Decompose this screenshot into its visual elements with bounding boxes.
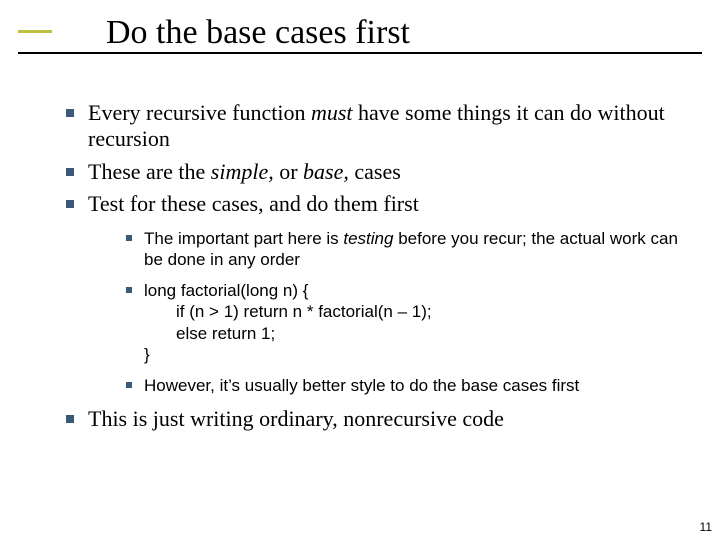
sub-bullet-item: The important part here is testing befor… [122,228,680,271]
text: The important part here is [144,229,343,248]
sub-bullet-item: However, it’s usually better style to do… [122,375,680,396]
text: This is just writing ordinary, nonrecurs… [88,406,504,431]
slide-title: Do the base cases first [106,8,720,52]
sub-bullet-list: The important part here is testing befor… [122,228,680,397]
emphasis: testing [343,229,393,248]
text: These are the [88,159,211,184]
text: or [274,159,303,184]
text: Test for these cases, and do them first [88,191,419,216]
bullet-item: Every recursive function must have some … [60,100,680,153]
bullet-list: Every recursive function must have some … [60,100,680,433]
bullet-item: These are the simple, or base, cases [60,159,680,185]
page-number: 11 [700,520,712,534]
code-line: long factorial(long n) { [144,281,308,300]
text: Every recursive function [88,100,311,125]
slide: Do the base cases first Every recursive … [0,0,720,540]
text: However, it’s usually better style to do… [144,376,579,395]
sub-bullet-item: long factorial(long n) { if (n > 1) retu… [122,280,680,365]
bullet-item: Test for these cases, and do them first … [60,191,680,396]
emphasis: must [311,100,353,125]
code-block: long factorial(long n) { if (n > 1) retu… [144,280,680,365]
code-line: } [144,345,150,364]
bullet-item: This is just writing ordinary, nonrecurs… [60,406,680,432]
title-area: Do the base cases first [0,0,720,52]
title-underline [18,52,702,54]
code-line: if (n > 1) return n * factorial(n – 1); [144,301,680,322]
slide-content: Every recursive function must have some … [60,100,680,433]
accent-bar [18,30,52,33]
text: cases [349,159,401,184]
code-line: else return 1; [144,323,680,344]
emphasis: simple, [211,159,274,184]
emphasis: base, [303,159,349,184]
